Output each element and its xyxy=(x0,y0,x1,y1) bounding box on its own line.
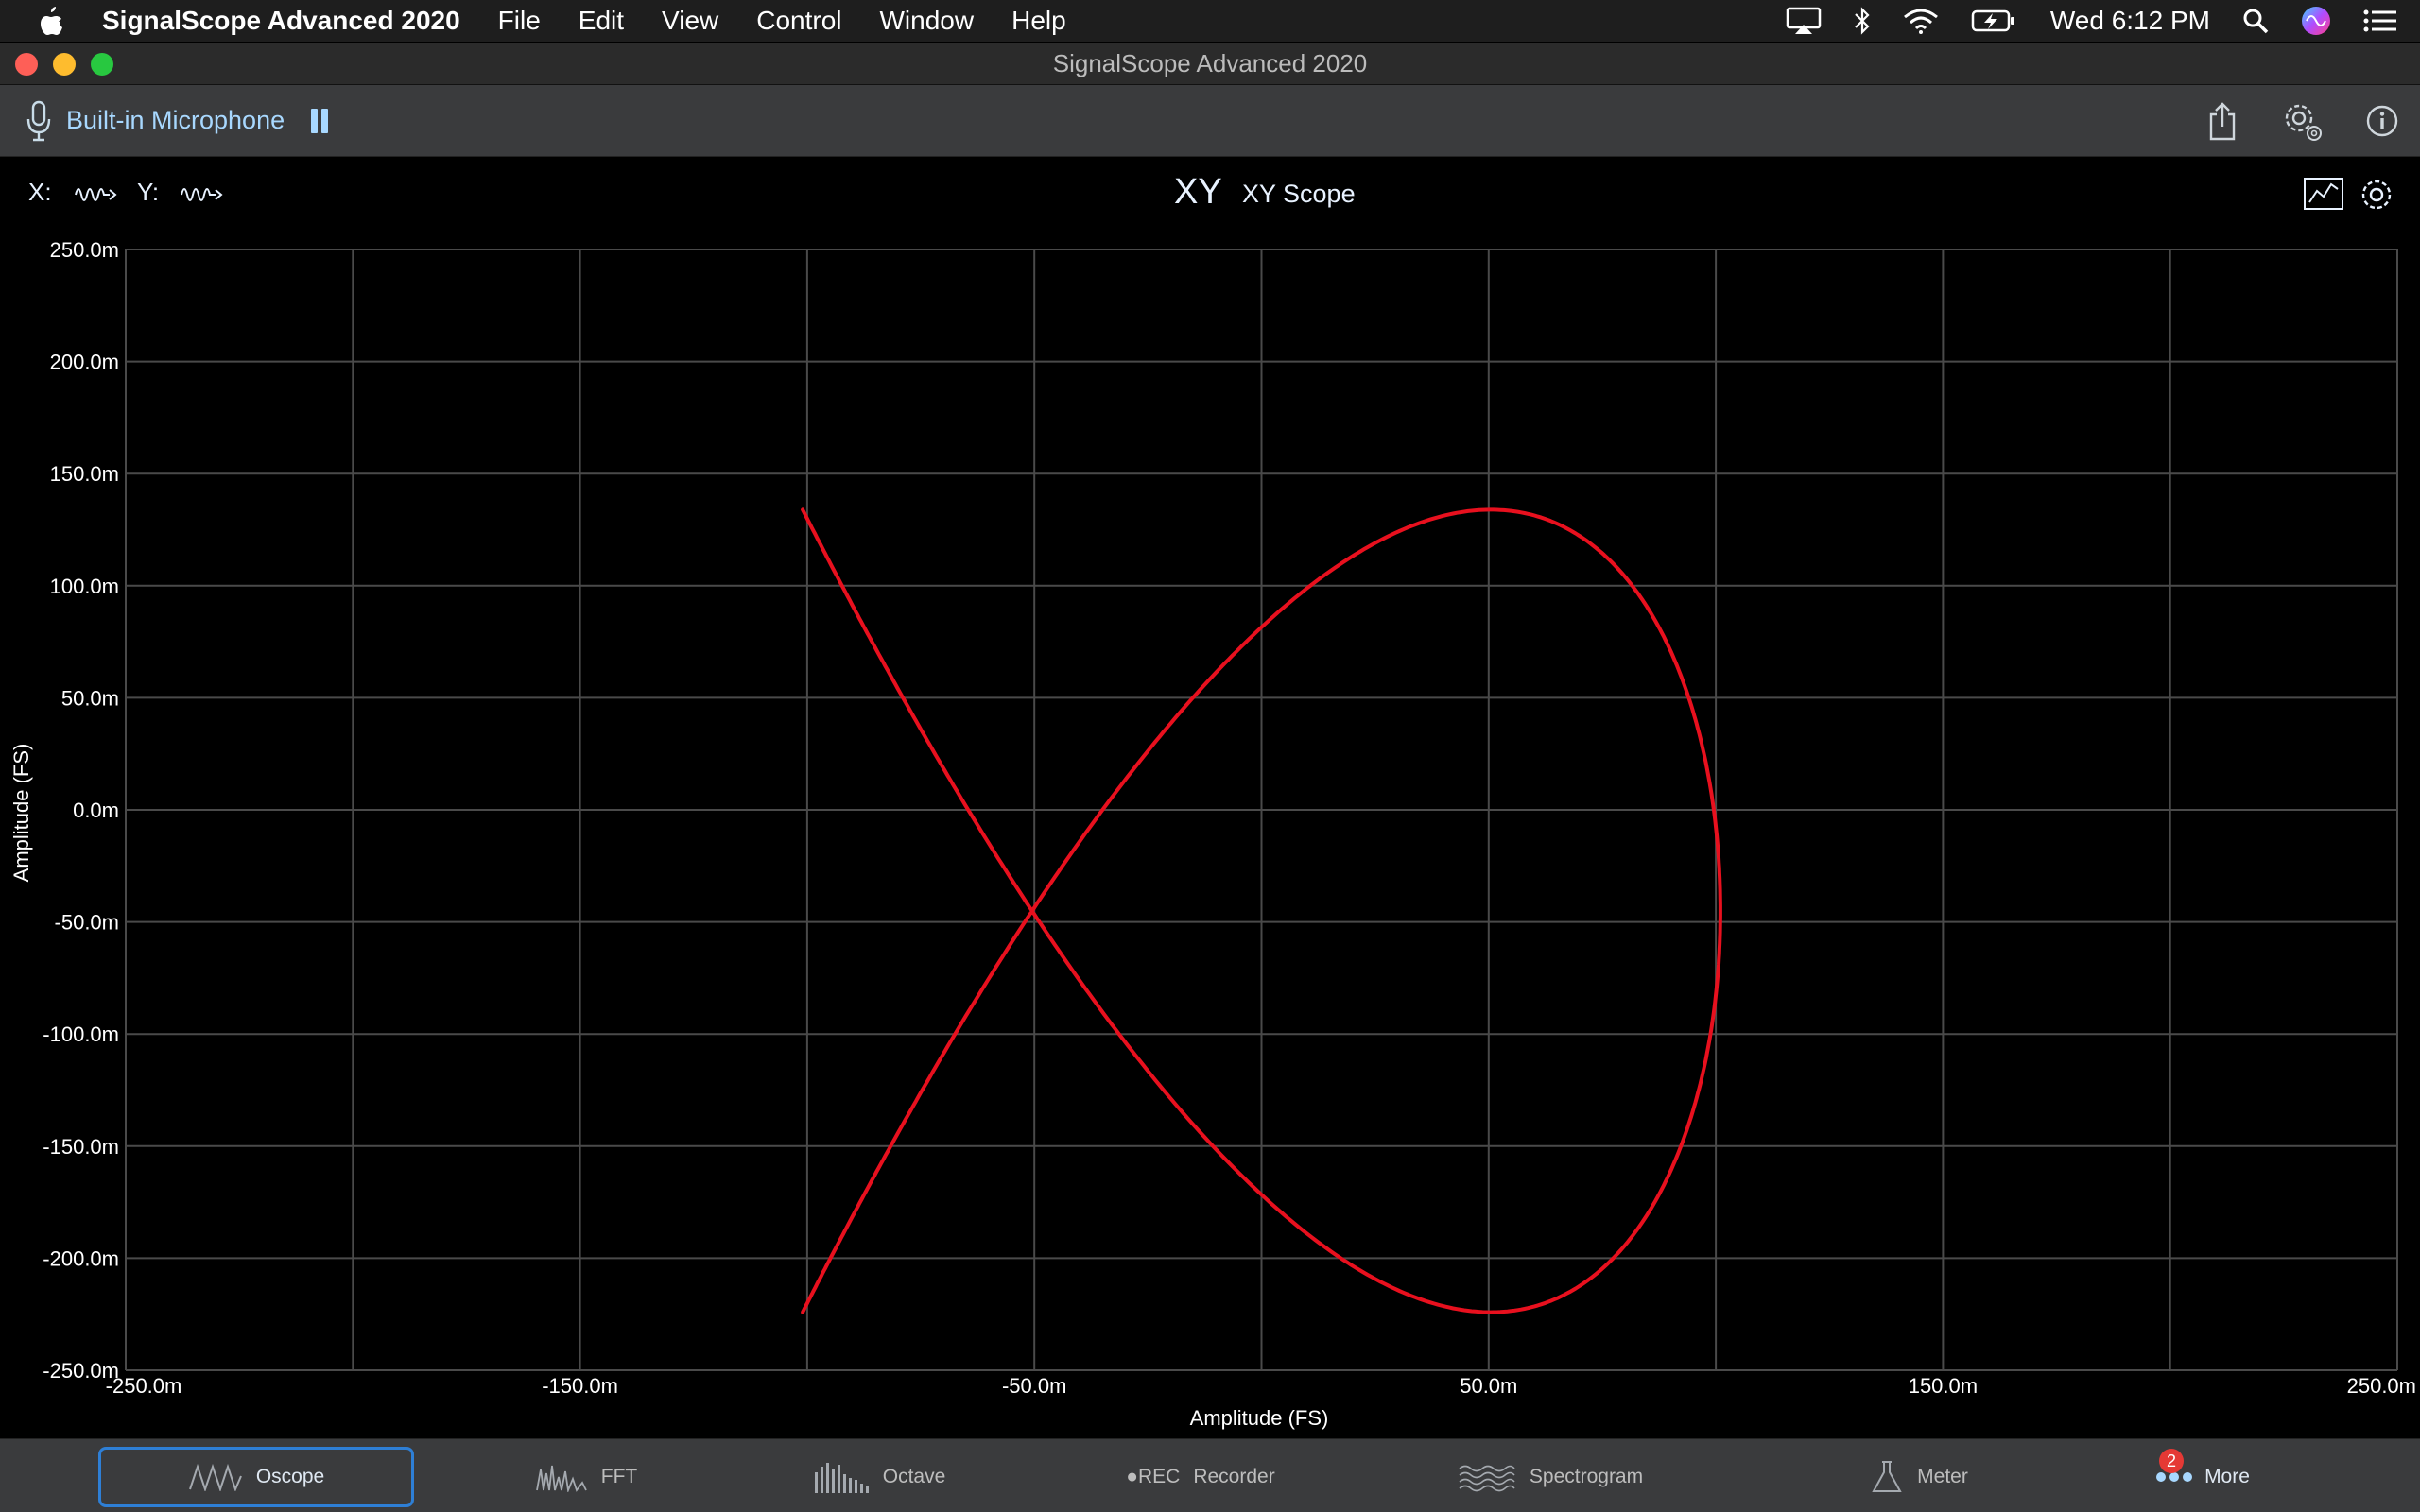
xy-scope-plot[interactable]: 250.0m200.0m150.0m100.0m50.0m0.0m-50.0m-… xyxy=(0,232,2420,1438)
tab-octave-label: Octave xyxy=(882,1466,946,1487)
y-axis-label: Amplitude (FS) xyxy=(9,744,33,883)
y-tick-label: 50.0m xyxy=(61,686,119,710)
x-tick-label: 150.0m xyxy=(1909,1374,1978,1398)
octave-bars-icon xyxy=(813,1461,870,1493)
y-tick-label: 250.0m xyxy=(50,238,119,262)
x-tick-label: -150.0m xyxy=(542,1374,618,1398)
y-tick-label: -100.0m xyxy=(43,1022,119,1046)
toolbar-actions xyxy=(2165,85,2399,157)
app-menu[interactable]: SignalScope Advanced 2020 xyxy=(102,6,460,36)
x-channel-label: X: xyxy=(28,178,52,206)
tab-recorder-label: Recorder xyxy=(1193,1466,1275,1487)
meter-flask-icon xyxy=(1870,1460,1904,1494)
y-tick-label: 200.0m xyxy=(50,351,119,374)
menu-bar: SignalScope Advanced 2020 File Edit View… xyxy=(0,0,2420,42)
y-tick-label: -50.0m xyxy=(55,911,119,935)
notification-center-icon[interactable] xyxy=(2363,9,2397,33)
menu-view[interactable]: View xyxy=(662,6,718,36)
spotlight-search-icon[interactable] xyxy=(2242,8,2269,34)
y-channel-waveform-icon[interactable] xyxy=(180,180,225,213)
battery-charging-icon[interactable] xyxy=(1971,9,2016,33)
zoom-window-button[interactable] xyxy=(91,53,113,76)
window-title: SignalScope Advanced 2020 xyxy=(1052,49,1368,77)
x-tick-label: 50.0m xyxy=(1460,1374,1517,1398)
y-tick-label: 150.0m xyxy=(50,462,119,486)
menu-file[interactable]: File xyxy=(498,6,541,36)
menu-control[interactable]: Control xyxy=(756,6,841,36)
y-axis-tick-labels: 250.0m 200.0m 150.0m 100.0m 50.0m 0.0m -50.0m -… xyxy=(43,238,119,1383)
x-channel-waveform-icon[interactable] xyxy=(74,180,119,213)
trace-display-icon[interactable] xyxy=(2303,176,2344,216)
tab-more[interactable]: More 2 xyxy=(2118,1447,2288,1507)
tab-fft[interactable]: FFT xyxy=(492,1447,681,1507)
x-axis-label: Amplitude (FS) xyxy=(1190,1406,1329,1430)
tab-recorder[interactable]: ●REC Recorder xyxy=(1106,1447,1295,1507)
y-tick-label: -200.0m xyxy=(43,1246,119,1270)
minimize-window-button[interactable] xyxy=(53,53,76,76)
menu-edit[interactable]: Edit xyxy=(579,6,624,36)
menu-help[interactable]: Help xyxy=(1011,6,1066,36)
info-icon[interactable] xyxy=(2365,104,2399,138)
tab-spectrogram-label: Spectrogram xyxy=(1529,1466,1644,1487)
y-tick-label: 100.0m xyxy=(50,575,119,598)
tab-fft-label: FFT xyxy=(600,1466,638,1487)
airplay-icon[interactable] xyxy=(1786,7,1822,35)
bluetooth-icon[interactable] xyxy=(1854,7,1871,35)
tab-more-label: More xyxy=(2204,1466,2250,1487)
tab-octave[interactable]: Octave xyxy=(785,1447,974,1507)
spectrogram-icon xyxy=(1458,1461,1516,1493)
scope-title: XY Scope xyxy=(1242,180,1356,208)
fft-spectrum-icon xyxy=(535,1462,588,1492)
wifi-icon[interactable] xyxy=(1903,8,1939,34)
close-window-button[interactable] xyxy=(15,53,38,76)
bottom-tab-bar: Oscope FFT Octave ●REC Recorder Spectrog… xyxy=(0,1438,2420,1512)
y-channel-label: Y: xyxy=(137,178,160,206)
tab-oscope-label: Oscope xyxy=(255,1466,325,1487)
tab-meter[interactable]: Meter xyxy=(1824,1447,2014,1507)
y-tick-label: 0.0m xyxy=(73,799,119,822)
y-tick-label: -150.0m xyxy=(43,1135,119,1159)
x-tick-label: 250.0m xyxy=(2347,1374,2416,1398)
tab-oscope[interactable]: Oscope xyxy=(98,1447,414,1507)
share-icon[interactable] xyxy=(2206,101,2238,141)
scope-header: X: Y: XY XY Scope xyxy=(0,157,2420,232)
x-axis-tick-labels: -250.0m -150.0m -50.0m 50.0m 150.0m 250.0m xyxy=(106,1374,2416,1398)
more-badge: 2 xyxy=(2159,1449,2184,1473)
tab-meter-label: Meter xyxy=(1917,1466,1968,1487)
scope-settings-gear-icon[interactable] xyxy=(2358,176,2395,218)
x-tick-label: -50.0m xyxy=(1002,1374,1066,1398)
rec-icon: ●REC xyxy=(1126,1466,1181,1487)
oscope-wave-icon xyxy=(188,1463,243,1491)
main-toolbar: Built-in Microphone xyxy=(0,85,2420,157)
xy-mode-icon: XY xyxy=(1174,172,1222,212)
siri-icon[interactable] xyxy=(2301,6,2331,36)
window-controls xyxy=(15,53,129,76)
tab-spectrogram[interactable]: Spectrogram xyxy=(1446,1447,1654,1507)
apple-logo-icon[interactable] xyxy=(38,6,76,36)
window-title-bar: SignalScope Advanced 2020 xyxy=(0,43,2420,85)
menubar-clock[interactable]: Wed 6:12 PM xyxy=(2050,6,2210,36)
settings-gear-icon[interactable] xyxy=(2280,99,2324,143)
x-tick-label: -250.0m xyxy=(106,1374,182,1398)
pause-button[interactable] xyxy=(309,107,330,135)
menubar-status-area: Wed 6:12 PM xyxy=(1754,0,2420,42)
input-source-selector[interactable]: Built-in Microphone xyxy=(66,106,285,135)
microphone-icon[interactable] xyxy=(25,99,53,143)
menu-window[interactable]: Window xyxy=(880,6,975,36)
